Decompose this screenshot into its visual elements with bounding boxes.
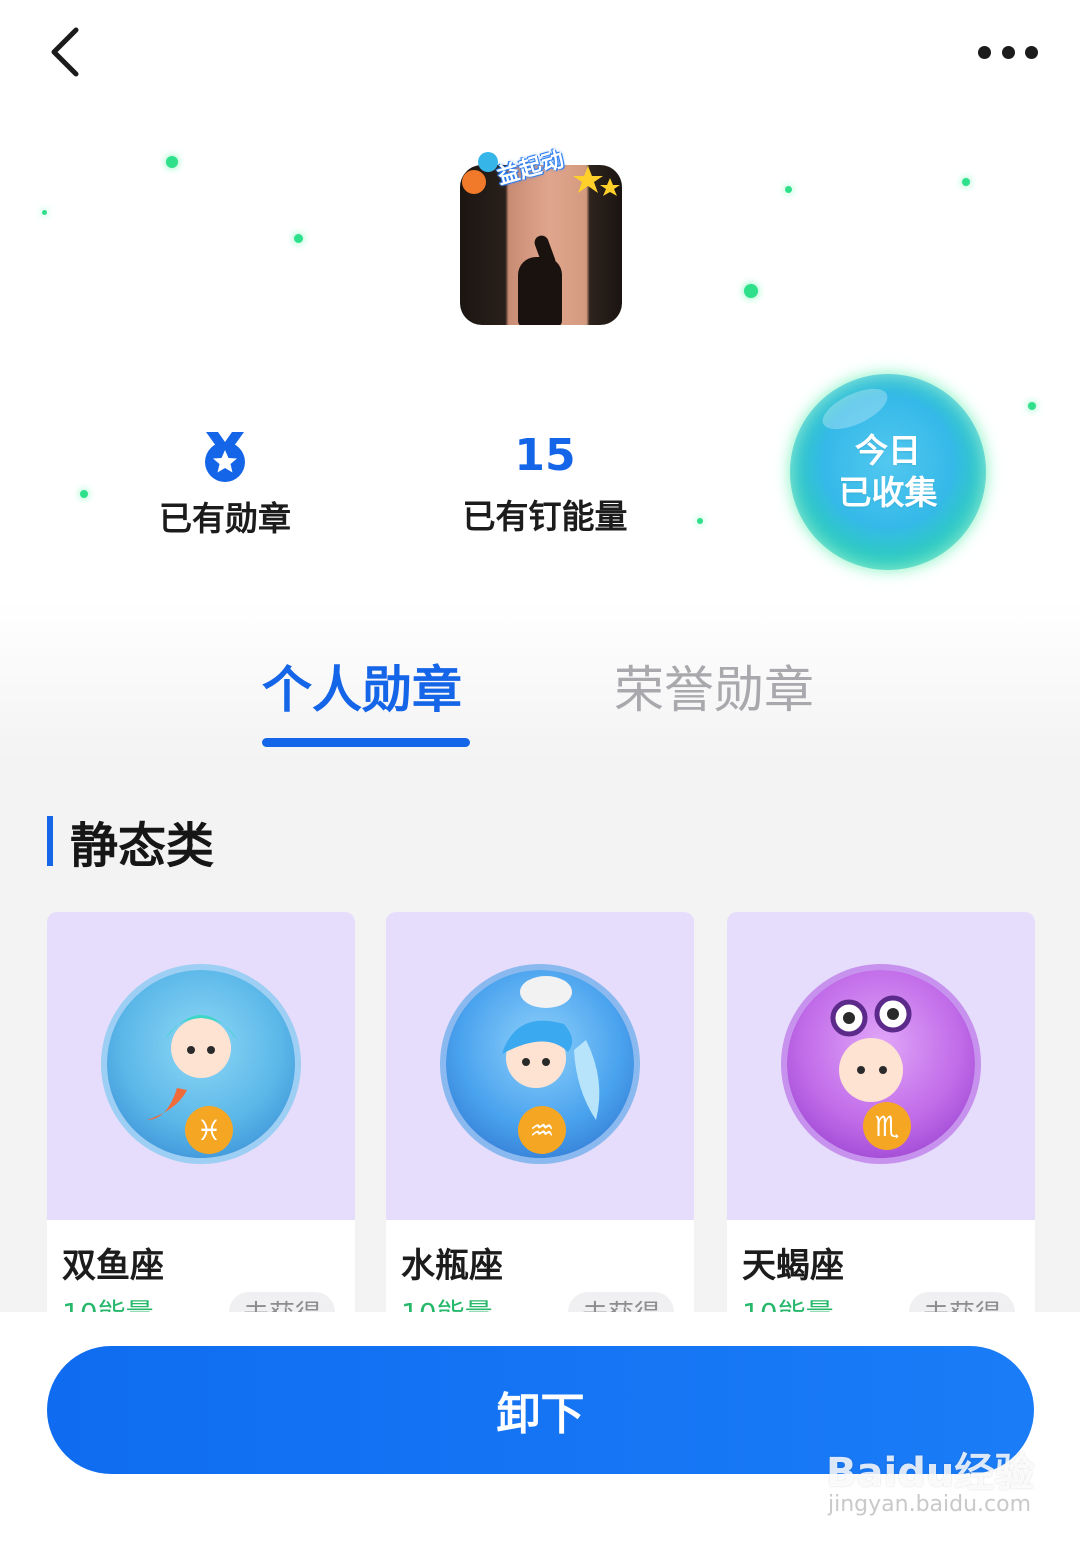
tab-personal-medals[interactable]: 个人勋章 xyxy=(262,650,462,722)
sparkle-dot xyxy=(166,156,178,168)
sparkle-dot xyxy=(294,234,303,243)
aquarius-badge-icon: ♒ xyxy=(446,970,634,1158)
badge-card-pisces[interactable]: ♓ 双鱼座 10能量 未获得 xyxy=(47,912,355,1332)
more-dots-icon xyxy=(1001,45,1015,59)
active-tab-indicator xyxy=(262,738,470,747)
section-title: 静态类 xyxy=(70,818,215,874)
badge-image-area: ♓ xyxy=(47,912,355,1220)
watermark-brand: Baidu经验 xyxy=(826,1450,1035,1496)
owned-energy-label: 已有钉能量 xyxy=(462,497,628,536)
unload-button-label: 卸下 xyxy=(496,1389,585,1440)
energy-count: 15 xyxy=(514,430,576,481)
more-dots-icon xyxy=(978,45,991,59)
medal-tabs: 个人勋章 荣誉勋章 xyxy=(0,640,1080,750)
sparkle-dot xyxy=(1028,402,1036,410)
sparkle-dot xyxy=(785,186,792,193)
chevron-left-icon xyxy=(51,27,79,77)
badge-name: 天蝎座 xyxy=(742,1246,844,1286)
medal-icon xyxy=(205,432,245,482)
svg-text:♏: ♏ xyxy=(874,1110,899,1143)
scorpio-badge-icon: ♏ xyxy=(787,970,975,1158)
collect-line-2: 已收集 xyxy=(838,473,938,512)
baidu-jingyan-watermark: Baidu经验 jingyan.baidu.com xyxy=(826,1440,1046,1530)
avatar-frame-banner: 益起动 xyxy=(460,147,628,204)
badge-image-area: ♒ xyxy=(386,912,694,1220)
more-button[interactable] xyxy=(968,30,1048,74)
badge-card-aquarius[interactable]: ♒ 水瓶座 10能量 未获得 xyxy=(386,912,694,1332)
sparkle-dot xyxy=(962,178,970,186)
tab-honor-medals[interactable]: 荣誉勋章 xyxy=(614,650,814,722)
sparkle-dot xyxy=(697,518,703,524)
more-dots-icon xyxy=(1025,45,1038,59)
badge-card-scorpio[interactable]: ♏ 天蝎座 10能量 未获得 xyxy=(727,912,1035,1332)
section-accent-bar xyxy=(47,816,53,866)
svg-text:♓: ♓ xyxy=(196,1114,221,1147)
badge-image-area: ♏ xyxy=(727,912,1035,1220)
owned-energy[interactable]: 15 已有钉能量 xyxy=(450,430,640,538)
pisces-badge-icon: ♓ xyxy=(107,970,295,1158)
watermark-url: jingyan.baidu.com xyxy=(828,1492,1032,1517)
sparkle-dot xyxy=(744,284,758,298)
collect-line-1: 今日 xyxy=(855,431,921,470)
sparkle-dot xyxy=(80,490,88,498)
owned-medals-label: 已有勋章 xyxy=(159,499,291,538)
avatar-with-frame[interactable]: 益起动 xyxy=(452,140,632,330)
sparkle-dot xyxy=(42,210,47,215)
owned-medals[interactable]: 已有勋章 xyxy=(150,430,300,540)
daily-collect-bubble[interactable]: 今日 已收集 xyxy=(790,374,986,570)
back-button[interactable] xyxy=(38,20,98,84)
svg-text:♒: ♒ xyxy=(529,1114,554,1147)
badge-name: 水瓶座 xyxy=(401,1246,503,1286)
badge-name: 双鱼座 xyxy=(62,1246,164,1286)
